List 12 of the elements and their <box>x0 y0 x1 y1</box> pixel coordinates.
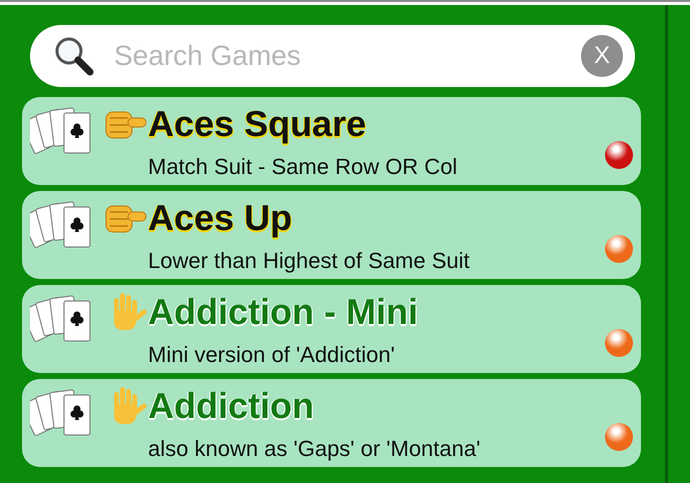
game-title: Aces Square <box>148 102 366 146</box>
game-list-item[interactable]: Aces Square Match Suit - Same Row OR Col <box>22 97 641 185</box>
game-title: Aces Up <box>148 196 292 240</box>
game-title: Addiction <box>148 384 314 428</box>
game-list-item[interactable]: Aces Up Lower than Highest of Same Suit <box>22 191 641 279</box>
game-description: Mini version of 'Addiction' <box>148 341 396 369</box>
game-list-item[interactable]: Addiction - Mini Mini version of 'Addiction' <box>22 285 641 373</box>
game-description: Match Suit - Same Row OR Col <box>148 153 458 181</box>
game-description: Lower than Highest of Same Suit <box>148 247 471 275</box>
game-list-item[interactable]: Addiction also known as 'Gaps' or 'Montana' <box>22 379 641 467</box>
game-description: also known as 'Gaps' or 'Montana' <box>148 435 482 463</box>
game-title: Addiction - Mini <box>148 290 418 334</box>
